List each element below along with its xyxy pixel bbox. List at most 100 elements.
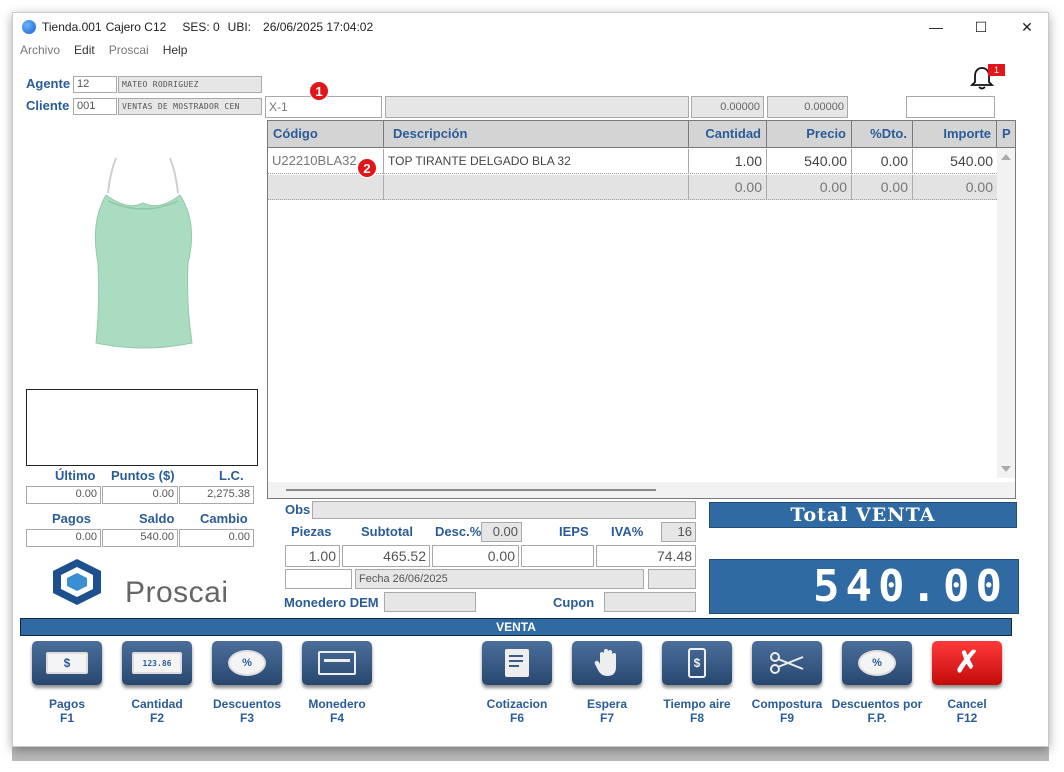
title-store: Tienda.001 bbox=[42, 20, 102, 34]
fkey-name: Descuentos por bbox=[831, 697, 923, 711]
fkey-shortcut: F2 bbox=[149, 711, 164, 725]
menu-help[interactable]: Help bbox=[163, 43, 188, 61]
fkey-shortcut: F4 bbox=[329, 711, 344, 725]
fkey-shortcut: F3 bbox=[239, 711, 254, 725]
extra-field[interactable] bbox=[285, 569, 352, 589]
piezas-label: Piezas bbox=[291, 524, 332, 539]
tiempo-aire-f8-button[interactable]: $ Tiempo aire F8 bbox=[651, 641, 732, 731]
tiempo-aire-button-face[interactable]: $ bbox=[662, 641, 732, 685]
pos-window: Tienda.001 Cajero C12 SES: 0 UBI: 26/06/… bbox=[12, 12, 1049, 747]
total-venta-label: Total VENTA bbox=[709, 502, 1017, 528]
cotizacion-button-face[interactable] bbox=[482, 641, 552, 685]
title-bar: Tienda.001 Cajero C12 SES: 0 UBI: 26/06/… bbox=[13, 13, 1048, 41]
phone-icon: $ bbox=[688, 648, 706, 678]
row-importe: 0.00 bbox=[965, 179, 993, 195]
menu-bar: Archivo Edit Proscai Help bbox=[13, 43, 194, 61]
col-codigo[interactable]: Código bbox=[268, 121, 384, 148]
horizontal-scroll-thumb[interactable] bbox=[286, 489, 656, 491]
cambio-field: 0.00 bbox=[179, 529, 254, 547]
tiempo-aire-label-text: Tiempo aire F8 bbox=[651, 697, 743, 725]
pagos-f1-button[interactable]: $ Pagos F1 bbox=[21, 641, 102, 731]
pagos-button-face[interactable]: $ bbox=[32, 641, 102, 685]
cancel-x-icon: ✗ bbox=[954, 646, 980, 679]
iva-field: 74.48 bbox=[596, 545, 696, 567]
fkey-name: Monedero bbox=[308, 697, 366, 711]
notification-badge: 1 bbox=[988, 64, 1005, 76]
cantidad-button-face[interactable]: 123.86 bbox=[122, 641, 192, 685]
fecha-field: Fecha 26/06/2025 bbox=[355, 569, 644, 589]
fkey-shortcut: F7 bbox=[599, 711, 614, 725]
monedero-button-face[interactable] bbox=[302, 641, 372, 685]
compostura-label-text: Compostura F9 bbox=[741, 697, 833, 725]
col-importe[interactable]: Importe bbox=[913, 121, 997, 148]
grid-vertical-scrollbar[interactable] bbox=[997, 148, 1015, 478]
obs-label: Obs bbox=[285, 502, 311, 517]
cancel-f12-button[interactable]: ✗ Cancel F12 bbox=[921, 641, 1002, 731]
scan-description-field bbox=[385, 96, 689, 118]
subtotal-label: Subtotal bbox=[361, 524, 413, 539]
espera-f7-button[interactable]: Espera F7 bbox=[561, 641, 642, 731]
desc-label: Desc.% bbox=[435, 524, 482, 539]
espera-button-face[interactable] bbox=[572, 641, 642, 685]
cliente-code-field[interactable]: 001 bbox=[73, 98, 117, 115]
cancel-button-face[interactable]: ✗ bbox=[932, 641, 1002, 685]
table-row[interactable]: 0.00 0.00 0.00 0.00 bbox=[268, 175, 997, 200]
scan-value-field-1: 0.00000 bbox=[691, 96, 764, 118]
menu-proscai[interactable]: Proscai bbox=[109, 43, 149, 61]
sales-grid: Código Descripción Cantidad Precio %Dto.… bbox=[267, 120, 1016, 499]
monedero-field[interactable] bbox=[384, 592, 476, 612]
saldo-field: 540.00 bbox=[102, 529, 178, 547]
fkey-name: Cantidad bbox=[131, 697, 183, 711]
product-image bbox=[68, 153, 218, 353]
col-p[interactable]: P bbox=[997, 121, 1015, 148]
espera-label-text: Espera F7 bbox=[561, 697, 653, 725]
menu-edit[interactable]: Edit bbox=[74, 43, 95, 61]
cliente-name-field: VENTAS DE MOSTRADOR CEN bbox=[118, 98, 262, 115]
grid-horizontal-scrollbar[interactable] bbox=[268, 482, 1015, 498]
scissors-icon bbox=[770, 652, 804, 674]
row-dto: 0.00 bbox=[852, 149, 913, 174]
col-precio[interactable]: Precio bbox=[767, 121, 852, 148]
scan-extra-field[interactable] bbox=[906, 96, 995, 118]
grid-header: Código Descripción Cantidad Precio %Dto.… bbox=[268, 121, 1015, 148]
col-descripcion[interactable]: Descripción bbox=[384, 121, 689, 148]
fkey-name: Cotizacion bbox=[486, 697, 548, 711]
scroll-down-icon[interactable] bbox=[1001, 466, 1011, 472]
col-dto[interactable]: %Dto. bbox=[852, 121, 913, 148]
descuentos-f3-button[interactable]: % Descuentos F3 bbox=[201, 641, 282, 731]
lc-field: 2,275.38 bbox=[179, 486, 254, 504]
cliente-label: Cliente bbox=[26, 98, 70, 113]
card-icon bbox=[318, 651, 356, 675]
col-cantidad[interactable]: Cantidad bbox=[689, 121, 767, 148]
fkey-name: Tiempo aire bbox=[663, 697, 731, 711]
scroll-up-icon[interactable] bbox=[1001, 154, 1011, 160]
table-row[interactable]: U22210BLA32 TOP TIRANTE DELGADO BLA 32 1… bbox=[268, 149, 997, 174]
iva-pct-field: 16 bbox=[661, 522, 696, 542]
monedero-f4-button[interactable]: Monedero F4 bbox=[291, 641, 372, 731]
cotizacion-label-text: Cotizacion F6 bbox=[471, 697, 563, 725]
menu-archivo[interactable]: Archivo bbox=[20, 43, 60, 61]
row-descripcion bbox=[384, 175, 689, 200]
cantidad-f2-button[interactable]: 123.86 Cantidad F2 bbox=[111, 641, 192, 731]
compostura-button-face[interactable] bbox=[752, 641, 822, 685]
cupon-field[interactable] bbox=[604, 592, 696, 612]
descuentos-fp-button[interactable]: % Descuentos por F.P. bbox=[831, 641, 922, 731]
close-button[interactable]: ✕ bbox=[1004, 13, 1050, 41]
notes-box bbox=[26, 389, 258, 466]
fecha-extra-field bbox=[648, 569, 696, 589]
fkey-shortcut: F12 bbox=[956, 711, 978, 725]
maximize-button[interactable]: ☐ bbox=[958, 13, 1004, 41]
mode-bar: VENTA bbox=[20, 618, 1012, 636]
obs-field[interactable] bbox=[312, 501, 696, 519]
callout-badge-2: 2 bbox=[357, 158, 377, 178]
minimize-button[interactable]: — bbox=[913, 13, 959, 41]
descuento-field: 0.00 bbox=[432, 545, 519, 567]
descuentos-fp-button-face[interactable]: % bbox=[842, 641, 912, 685]
pagos-label: Pagos bbox=[52, 511, 92, 526]
cotizacion-f6-button[interactable]: Cotizacion F6 bbox=[471, 641, 552, 731]
fkey-name: Compostura bbox=[751, 697, 823, 711]
agente-code-field[interactable]: 12 bbox=[73, 76, 117, 93]
proscai-logo-icon bbox=[49, 557, 105, 607]
compostura-f9-button[interactable]: Compostura F9 bbox=[741, 641, 822, 731]
descuentos-button-face[interactable]: % bbox=[212, 641, 282, 685]
